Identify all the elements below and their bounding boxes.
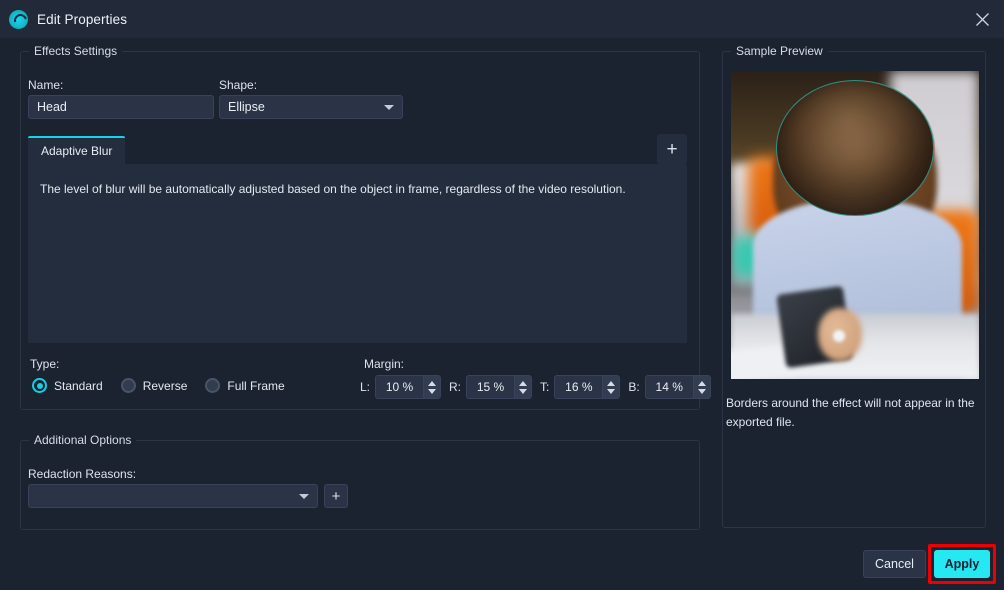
margin-controls: L: 10 % R: 15 % T: 16 % (360, 375, 719, 399)
name-input[interactable]: Head (28, 95, 214, 119)
margin-bottom-stepper[interactable]: 14 % (645, 375, 711, 399)
preview-caption: Borders around the effect will not appea… (726, 394, 978, 431)
radio-reverse-label: Reverse (143, 379, 188, 393)
radio-full-frame[interactable]: Full Frame (205, 378, 284, 393)
spiral-logo-icon (9, 10, 28, 29)
arrow-down-icon (428, 389, 436, 394)
arrow-down-icon (607, 389, 615, 394)
radio-reverse-indicator (121, 378, 136, 393)
radio-full-frame-indicator (205, 378, 220, 393)
arrow-down-icon (698, 389, 706, 394)
margin-top-stepper[interactable]: 16 % (554, 375, 620, 399)
additional-options-legend: Additional Options (29, 433, 136, 447)
margin-top: T: 16 % (540, 375, 620, 399)
radio-reverse[interactable]: Reverse (121, 378, 188, 393)
sample-preview-legend: Sample Preview (731, 44, 828, 58)
margin-right-label: R: (449, 380, 461, 394)
apply-button[interactable]: Apply (934, 550, 990, 578)
type-radio-group: Standard Reverse Full Frame (32, 378, 285, 393)
margin-left: L: 10 % (360, 375, 441, 399)
sample-preview-panel: Sample Preview Borders around the effect… (722, 51, 986, 528)
tab-adaptive-blur[interactable]: Adaptive Blur (28, 136, 125, 164)
arrow-down-icon (519, 389, 527, 394)
shape-select[interactable]: Ellipse (219, 95, 403, 119)
tab-content-panel: The level of blur will be automatically … (28, 164, 687, 343)
margin-top-arrows[interactable] (602, 376, 619, 398)
adaptive-blur-description: The level of blur will be automatically … (40, 181, 675, 198)
name-label: Name: (28, 78, 63, 92)
window-title: Edit Properties (37, 12, 127, 27)
margin-right: R: 15 % (449, 375, 532, 399)
radio-full-frame-label: Full Frame (227, 379, 284, 393)
radio-standard-indicator (32, 378, 47, 393)
margin-bottom-arrows[interactable] (693, 376, 710, 398)
margin-right-arrows[interactable] (514, 376, 531, 398)
title-bar: Edit Properties (0, 0, 1004, 38)
redaction-reasons-label: Redaction Reasons: (28, 467, 136, 481)
chevron-down-icon (384, 105, 394, 110)
add-effect-tab-button[interactable]: + (657, 134, 687, 164)
effect-tabs: Adaptive Blur + (28, 136, 687, 164)
arrow-up-icon (428, 381, 436, 386)
sample-preview-image (731, 71, 979, 379)
margin-left-value: 10 % (376, 376, 423, 398)
shape-label: Shape: (219, 78, 257, 92)
type-label: Type: (30, 357, 59, 371)
chevron-down-icon (299, 494, 309, 499)
margin-bottom: B: 14 % (628, 375, 710, 399)
edit-properties-dialog: Edit Properties Effects Settings Name: H… (0, 0, 1004, 590)
margin-left-arrows[interactable] (423, 376, 440, 398)
margin-right-stepper[interactable]: 15 % (466, 375, 532, 399)
arrow-up-icon (607, 381, 615, 386)
blur-effect-ellipse[interactable] (776, 80, 935, 216)
close-icon[interactable] (960, 0, 1004, 38)
margin-label: Margin: (364, 357, 404, 371)
arrow-up-icon (519, 381, 527, 386)
margin-top-value: 16 % (555, 376, 602, 398)
effects-settings-legend: Effects Settings (29, 44, 122, 58)
margin-left-stepper[interactable]: 10 % (375, 375, 441, 399)
margin-bottom-label: B: (628, 380, 639, 394)
margin-bottom-value: 14 % (646, 376, 693, 398)
cancel-button[interactable]: Cancel (863, 550, 926, 578)
add-redaction-reason-button[interactable]: + (324, 484, 348, 508)
margin-left-label: L: (360, 380, 370, 394)
radio-standard[interactable]: Standard (32, 378, 103, 393)
margin-top-label: T: (540, 380, 549, 394)
arrow-up-icon (698, 381, 706, 386)
shape-select-value: Ellipse (228, 100, 265, 114)
margin-right-value: 15 % (467, 376, 514, 398)
radio-standard-label: Standard (54, 379, 103, 393)
redaction-reasons-select[interactable] (28, 484, 318, 508)
